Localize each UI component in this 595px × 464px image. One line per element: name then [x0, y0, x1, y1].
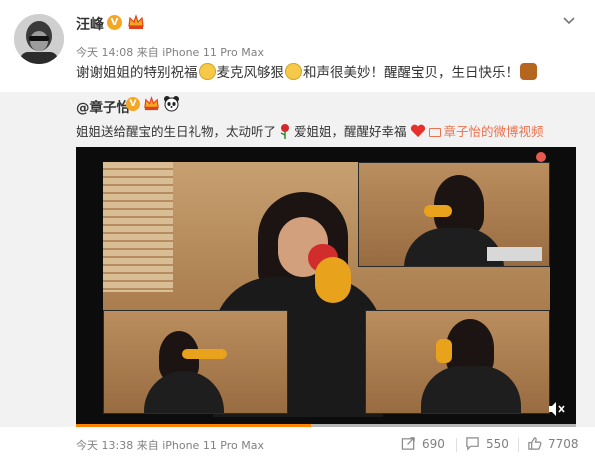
v-badge-icon: V	[126, 97, 140, 111]
comment-button[interactable]: 550	[465, 436, 509, 451]
repost-text-part: 姐姐送给醒宝的生日礼物，太动听了	[76, 124, 277, 139]
video-info-icon[interactable]	[536, 152, 546, 162]
post-text-part: 麦克风够狠	[216, 65, 285, 81]
comment-count: 550	[486, 436, 509, 451]
rose-icon	[278, 123, 292, 139]
crown-icon[interactable]	[127, 13, 145, 31]
repost-icon	[401, 437, 415, 450]
comment-icon	[466, 437, 479, 451]
video-inset	[365, 310, 550, 414]
video-inset	[358, 162, 550, 267]
post-text: 谢谢姐姐的特别祝福 麦克风够狠 和声很美妙！醒醒宝贝，生日快乐！	[76, 63, 538, 83]
avatar[interactable]	[14, 14, 64, 64]
v-badge-icon: V	[107, 15, 122, 30]
post-text-part: 和声很美妙！醒醒宝贝，生日快乐！	[303, 65, 519, 81]
like-button[interactable]: 7708	[527, 436, 579, 451]
post-meta: 今天 14:08 来自 iPhone 11 Pro Max	[76, 46, 264, 59]
video-icon	[428, 128, 441, 137]
video-progress-bar[interactable]	[76, 424, 576, 427]
repost-meta: 今天 13:38 来自 iPhone 11 Pro Max	[76, 439, 264, 452]
smile-emoji-icon	[198, 63, 216, 80]
repost-count: 690	[422, 436, 445, 451]
repost-text: 姐姐送给醒宝的生日礼物，太动听了 爱姐姐，醒醒好幸福 章子怡的微博视频	[76, 121, 544, 140]
video-inset	[103, 310, 288, 414]
like-count: 7708	[548, 436, 579, 451]
mute-icon[interactable]	[547, 401, 565, 417]
post-text-part: 谢谢姐姐的特别祝福	[76, 65, 198, 81]
video-player[interactable]	[76, 147, 576, 427]
weibo-post-card: 汪峰 V 今天 14:08 来自 iPhone 11 Pro Max 谢谢姐姐的…	[0, 0, 595, 464]
repost-username[interactable]: @章子怡	[76, 96, 130, 116]
crown-icon[interactable]	[143, 95, 160, 112]
video-link[interactable]: 章子怡的微博视频	[428, 124, 544, 139]
repost-button[interactable]: 690	[401, 436, 445, 451]
video-link-label: 章子怡的微博视频	[443, 124, 544, 139]
video-progress-fill	[76, 424, 311, 427]
repost-text-part: 爱姐姐，醒醒好幸福	[294, 124, 407, 139]
chevron-down-icon[interactable]	[562, 12, 576, 26]
grin-emoji-icon	[285, 63, 302, 80]
birthday-cake-icon	[520, 63, 537, 80]
heart-icon	[410, 124, 426, 138]
username[interactable]: 汪峰	[76, 14, 104, 34]
video-frame	[103, 162, 550, 417]
like-icon	[528, 437, 542, 450]
panda-icon[interactable]	[163, 95, 180, 112]
